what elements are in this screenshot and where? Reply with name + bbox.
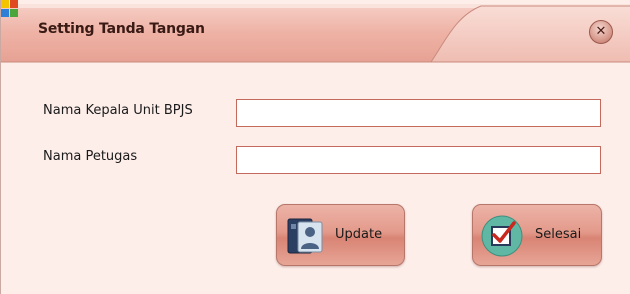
checkbox-checked-icon bbox=[481, 215, 523, 257]
update-button-label: Update bbox=[335, 227, 383, 242]
petugas-input[interactable] bbox=[236, 146, 601, 174]
close-button[interactable]: ✕ bbox=[589, 20, 613, 44]
selesai-button-label: Selesai bbox=[535, 227, 582, 242]
close-icon: ✕ bbox=[595, 24, 607, 39]
window-app-icon bbox=[1, 0, 18, 17]
user-id-card-icon bbox=[287, 218, 323, 254]
petugas-label: Nama Petugas bbox=[43, 149, 138, 164]
kepala-unit-label: Nama Kepala Unit BPJS bbox=[43, 103, 193, 118]
setting-dialog: Setting Tanda Tangan ✕ Nama Kepala Unit … bbox=[0, 0, 630, 294]
window-title: Setting Tanda Tangan bbox=[38, 21, 205, 37]
selesai-button[interactable]: Selesai bbox=[472, 204, 602, 266]
update-button[interactable]: Update bbox=[276, 204, 405, 266]
kepala-unit-input[interactable] bbox=[236, 99, 601, 127]
title-bar[interactable]: Setting Tanda Tangan ✕ bbox=[1, 0, 630, 68]
